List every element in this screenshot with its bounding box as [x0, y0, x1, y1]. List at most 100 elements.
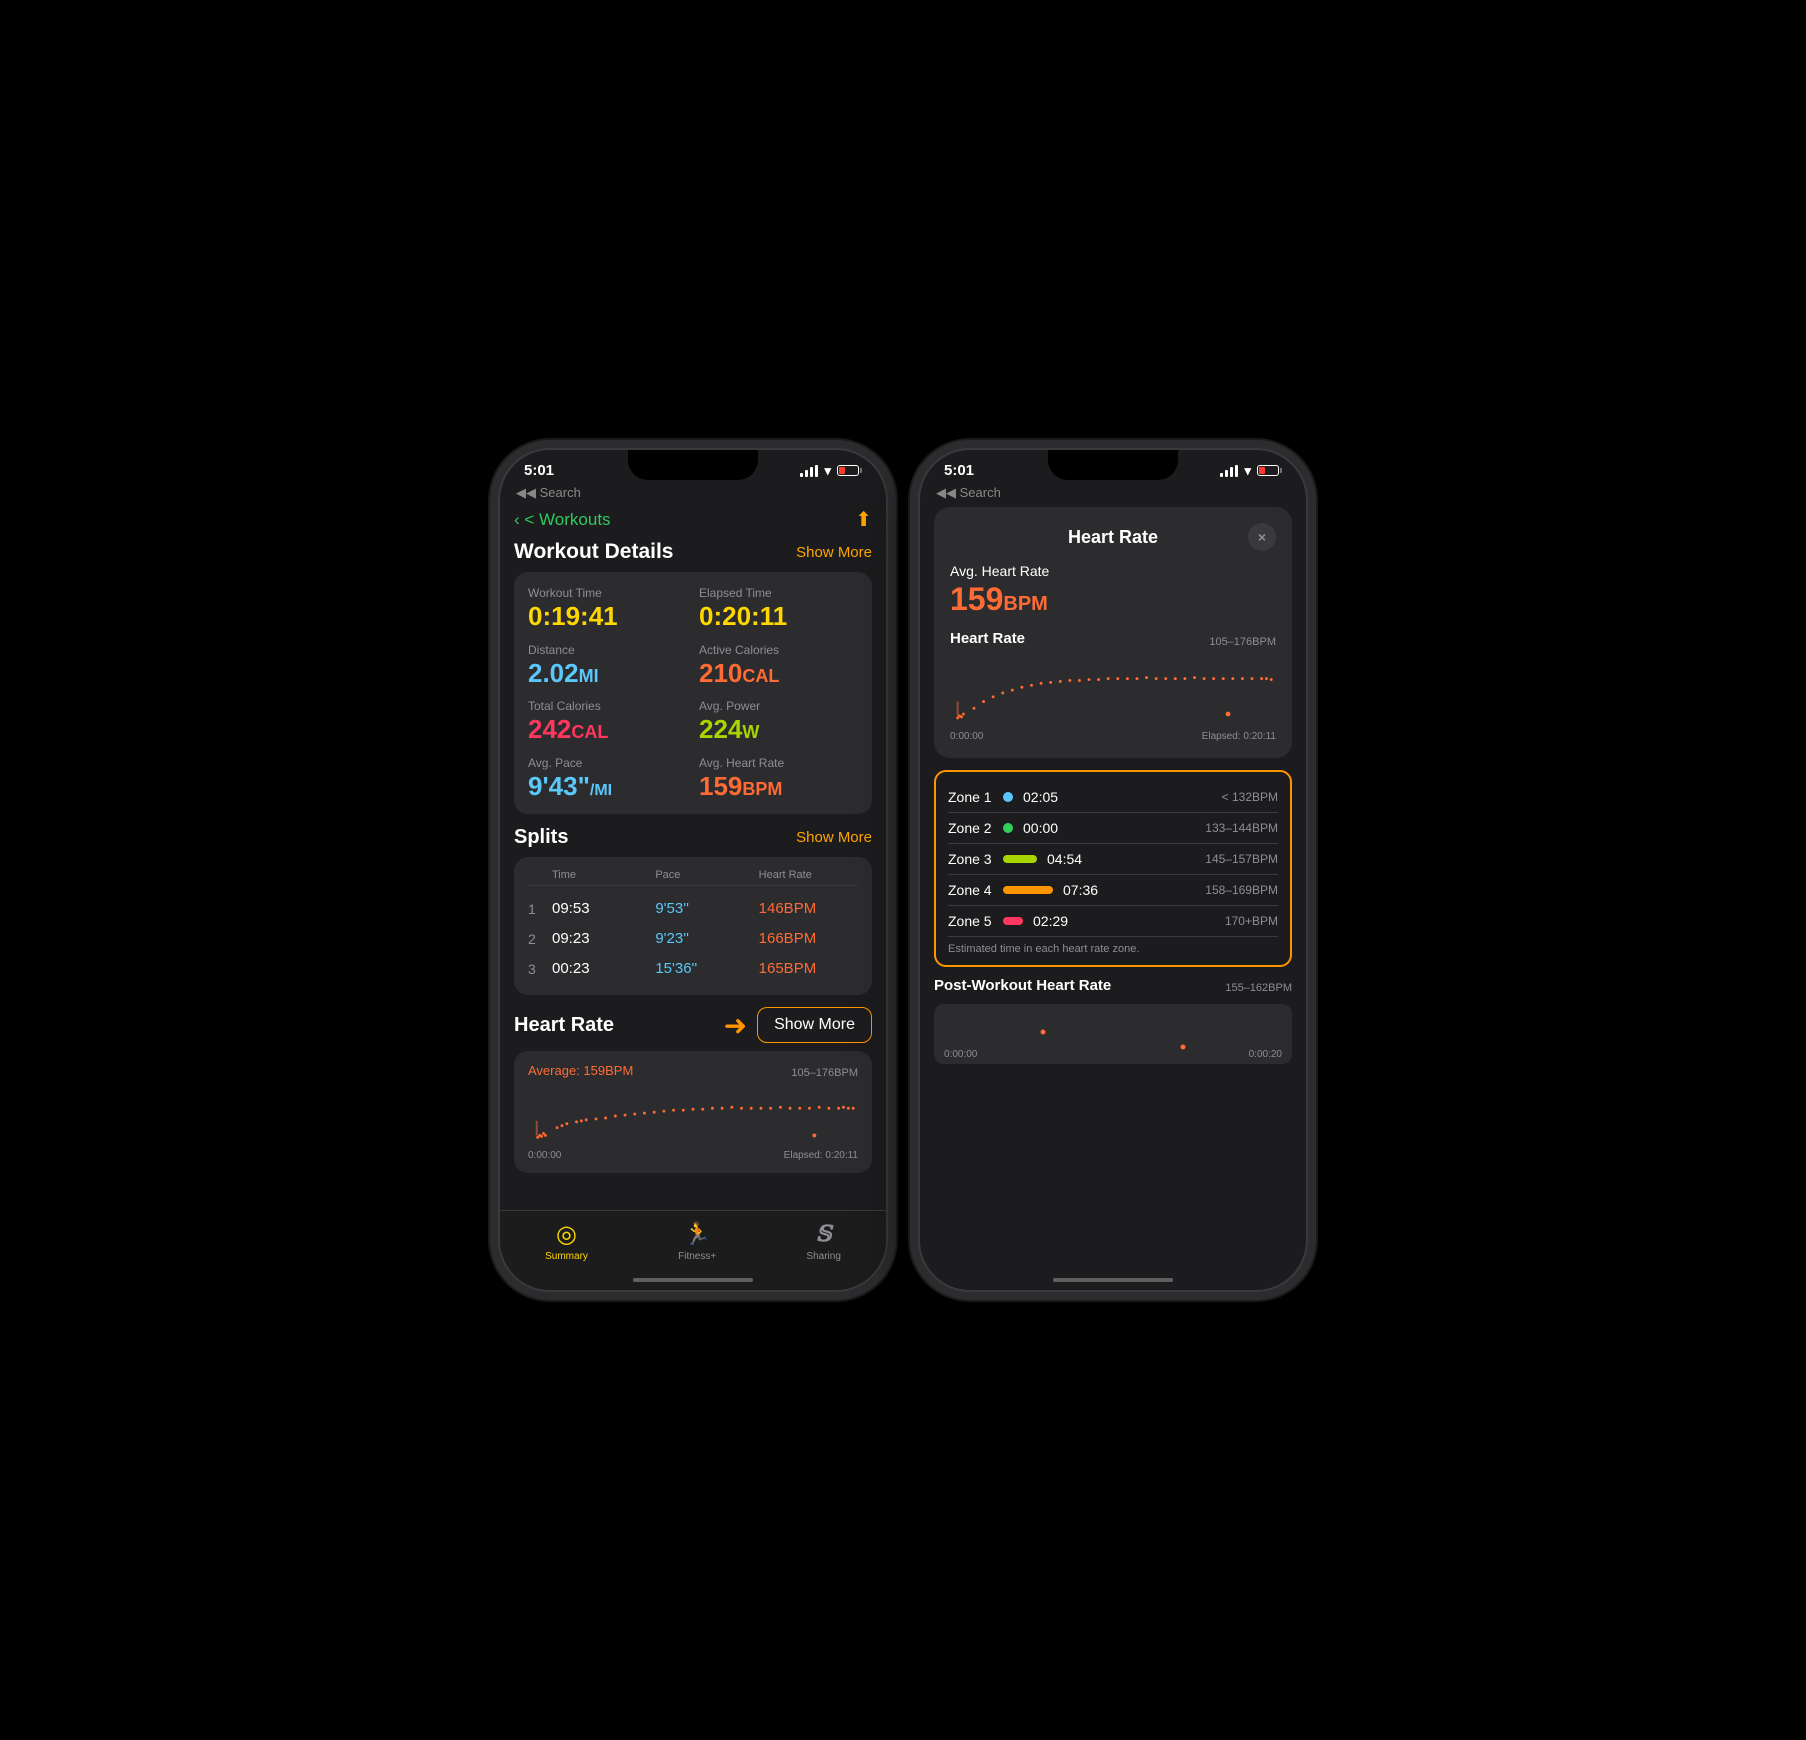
post-hr-chart: 0:00:00 0:00:20 [934, 1004, 1292, 1064]
splits-show-more[interactable]: Show More [796, 829, 872, 846]
modal-time-elapsed: Elapsed: 0:20:11 [1202, 731, 1276, 742]
hr-time-start: 0:00:00 [528, 1150, 561, 1161]
phone2-status-right: ▾ [1220, 463, 1282, 479]
zone-3-row: Zone 3 04:54 145–157BPM [948, 844, 1278, 875]
metrics-card: Workout Time 0:19:41 Elapsed Time 0:20:1… [514, 572, 872, 814]
zone-5-name: Zone 5 [948, 913, 1003, 929]
zone-1-name: Zone 1 [948, 789, 1003, 805]
show-more-button[interactable]: Show More [757, 1007, 872, 1043]
zone-4-range: 158–169BPM [1205, 883, 1278, 897]
workout-details-header: Workout Details Show More [514, 540, 872, 564]
hr-chart-range: 105–176BPM [1209, 636, 1276, 648]
heart-rate-chart-label: Heart Rate [950, 630, 1025, 647]
splits-row-3: 3 00:23 15'36'' 165BPM [528, 954, 858, 983]
post-time-start: 0:00:00 [944, 1049, 977, 1060]
metric-total-calories: Total Calories 242CAL [528, 699, 687, 744]
metrics-grid: Workout Time 0:19:41 Elapsed Time 0:20:1… [528, 586, 858, 800]
zone-2-name: Zone 2 [948, 820, 1003, 836]
signal-icon [800, 465, 818, 477]
hr-time-row: 0:00:00 Elapsed: 0:20:11 [528, 1150, 858, 1161]
close-icon: × [1258, 529, 1266, 545]
orange-arrow-icon: ➜ [724, 1009, 747, 1042]
phone2-signal-icon [1220, 465, 1238, 477]
tab-sharing-label: Sharing [806, 1251, 840, 1262]
back-chevron-icon: ‹ [514, 510, 520, 529]
modal-hr-time-row: 0:00:00 Elapsed: 0:20:11 [950, 731, 1276, 742]
splits-column-headers: Time Pace Heart Rate [528, 869, 858, 886]
splits-title: Splits [514, 826, 568, 849]
modal-title: Heart Rate [1068, 527, 1158, 548]
zone-5-time: 02:29 [1033, 913, 1225, 929]
workouts-back-button[interactable]: ‹ < Workouts [514, 510, 611, 530]
zone-4-time: 07:36 [1063, 882, 1205, 898]
metric-active-calories: Active Calories 210CAL [699, 643, 858, 688]
post-hr-range: 155–162BPM [1225, 982, 1292, 994]
zone-2-row: Zone 2 00:00 133–144BPM [948, 813, 1278, 844]
zone-2-range: 133–144BPM [1205, 821, 1278, 835]
metric-avg-heart-rate: Avg. Heart Rate 159BPM [699, 756, 858, 801]
back-label[interactable]: ◀ Search [526, 485, 581, 501]
phone2-battery-icon [1257, 465, 1282, 476]
phone-2: 5:01 ▾ ◀ ◀ Search Heart Rate [918, 448, 1308, 1292]
phone2-volume-down-button[interactable] [918, 645, 920, 685]
zone-5-indicator [1003, 917, 1023, 925]
zone-3-range: 145–157BPM [1205, 852, 1278, 866]
share-button[interactable]: ⬆ [855, 507, 872, 532]
summary-icon: ◎ [554, 1221, 580, 1247]
sharing-icon: 𝕊 [811, 1221, 837, 1247]
phone2-wifi-icon: ▾ [1244, 463, 1251, 479]
hr-avg-label: Average: 159BPM [528, 1063, 633, 1078]
power-button[interactable] [886, 615, 888, 675]
metric-elapsed-time: Elapsed Time 0:20:11 [699, 586, 858, 631]
status-right: ▾ [800, 463, 862, 479]
tab-fitness-label: Fitness+ [678, 1251, 716, 1262]
zone-1-indicator [1003, 792, 1013, 802]
avg-heart-rate-label: Avg. Heart Rate [950, 563, 1276, 579]
workout-details-show-more[interactable]: Show More [796, 544, 872, 561]
phone2-status-bar: 5:01 ▾ [920, 450, 1306, 483]
workout-details-title: Workout Details [514, 540, 673, 564]
metric-avg-power: Avg. Power 224W [699, 699, 858, 744]
phone2-nav-bar: ◀ ◀ Search [920, 483, 1306, 507]
heart-rate-modal: Heart Rate × Avg. Heart Rate 159BPM Hear… [934, 507, 1292, 758]
phone2-volume-up-button[interactable] [918, 590, 920, 630]
zone-4-name: Zone 4 [948, 882, 1003, 898]
zone-5-range: 170+BPM [1225, 914, 1278, 928]
time: 5:01 [524, 462, 554, 479]
fitness-plus-icon: 🏃 [684, 1221, 710, 1247]
close-button[interactable]: × [1248, 523, 1276, 551]
back-arrow-icon: ◀ [516, 485, 526, 501]
modal-header: Heart Rate × [950, 523, 1276, 551]
show-more-container: ➜ Show More [724, 1007, 872, 1043]
splits-row-2: 2 09:23 9'23'' 166BPM [528, 924, 858, 954]
heart-rate-card: Average: 159BPM 105–176BPM [514, 1051, 872, 1173]
splits-header: Splits Show More [514, 826, 872, 849]
hr-range: 105–176BPM [791, 1067, 858, 1079]
home-indicator [633, 1278, 753, 1282]
heart-rate-zones: Zone 1 02:05 < 132BPM Zone 2 00:00 133–1… [934, 770, 1292, 967]
battery-icon [837, 465, 862, 476]
metric-avg-pace: Avg. Pace 9'43"/MI [528, 756, 687, 801]
post-workout-title: Post-Workout Heart Rate [934, 977, 1111, 994]
tab-summary[interactable]: ◎ Summary [545, 1221, 588, 1262]
zone-3-time: 04:54 [1047, 851, 1205, 867]
phone2-time: 5:01 [944, 462, 974, 479]
zone-4-indicator [1003, 886, 1053, 894]
status-bar: 5:01 ▾ [500, 450, 886, 483]
nav-bar: ◀ ◀ Search [500, 483, 886, 507]
tab-summary-label: Summary [545, 1251, 588, 1262]
phone2-back-label[interactable]: ◀ Search [946, 485, 1001, 501]
splits-card: Time Pace Heart Rate 1 09:53 9'53'' 146B… [514, 857, 872, 995]
volume-up-button[interactable] [498, 590, 500, 630]
zone-5-row: Zone 5 02:29 170+BPM [948, 906, 1278, 937]
tab-fitness-plus[interactable]: 🏃 Fitness+ [678, 1221, 716, 1262]
phone2-power-button[interactable] [1306, 615, 1308, 675]
zone-note: Estimated time in each heart rate zone. [948, 943, 1278, 955]
splits-row-1: 1 09:53 9'53'' 146BPM [528, 894, 858, 924]
zone-2-time: 00:00 [1023, 820, 1205, 836]
tab-sharing[interactable]: 𝕊 Sharing [806, 1221, 840, 1262]
workout-header: ‹ < Workouts ⬆ [514, 507, 872, 532]
zone-1-time: 02:05 [1023, 789, 1222, 805]
volume-down-button[interactable] [498, 645, 500, 685]
heart-rate-header: Heart Rate ➜ Show More [514, 1007, 872, 1043]
